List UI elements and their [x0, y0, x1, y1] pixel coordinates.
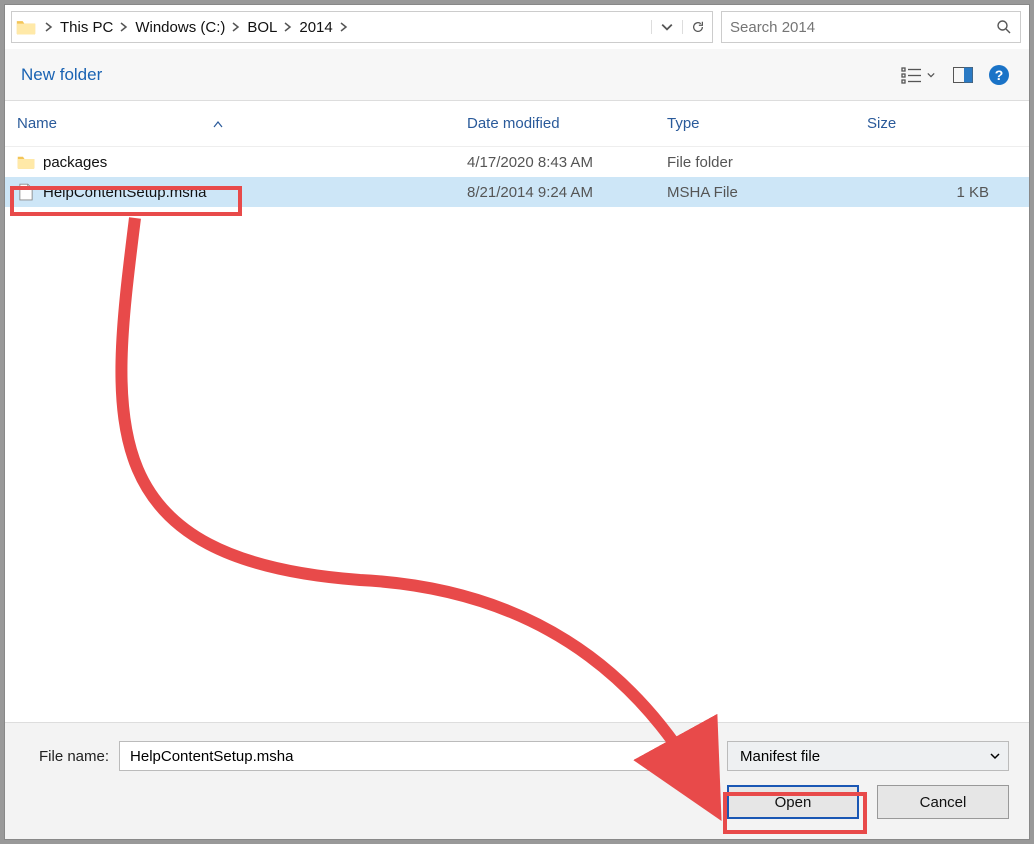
breadcrumb-drive[interactable]: Windows (C:) [133, 12, 227, 42]
breadcrumb-2014[interactable]: 2014 [297, 12, 334, 42]
bottom-panel: File name: Manifest file Open Cancel [5, 722, 1029, 839]
chevron-down-icon [927, 71, 935, 79]
file-row[interactable]: HelpContentSetup.msha 8/21/2014 9:24 AM … [5, 177, 1029, 207]
chevron-right-icon[interactable] [115, 12, 133, 42]
filename-input[interactable] [120, 748, 692, 765]
breadcrumb-this-pc[interactable]: This PC [58, 12, 115, 42]
file-type-filter-label: Manifest file [740, 748, 820, 765]
column-name[interactable]: Name [5, 115, 455, 132]
file-date: 4/17/2020 8:43 AM [455, 154, 655, 171]
column-date-label: Date modified [467, 115, 560, 132]
chevron-right-icon[interactable] [279, 12, 297, 42]
folder-icon [17, 153, 35, 171]
file-open-dialog: This PC Windows (C:) BOL 2014 New folder [4, 4, 1030, 840]
file-type: MSHA File [655, 184, 855, 201]
file-name: packages [43, 154, 107, 171]
history-dropdown-icon[interactable] [652, 21, 682, 33]
file-type: File folder [655, 154, 855, 171]
breadcrumb-bol[interactable]: BOL [245, 12, 279, 42]
path-tail-controls [651, 20, 712, 34]
sort-ascending-icon [213, 120, 223, 128]
column-name-label: Name [17, 115, 57, 132]
column-date[interactable]: Date modified [455, 115, 655, 132]
file-icon [17, 183, 35, 201]
folder-icon [12, 16, 40, 38]
filename-input-wrap [119, 741, 717, 771]
column-type-label: Type [667, 115, 700, 132]
svg-text:?: ? [995, 67, 1004, 83]
preview-pane-button[interactable] [945, 57, 981, 93]
chevron-right-icon[interactable] [335, 12, 353, 42]
toolbar: New folder ? [5, 49, 1029, 101]
filename-history-dropdown[interactable] [692, 742, 716, 770]
file-date: 8/21/2014 9:24 AM [455, 184, 655, 201]
file-type-filter[interactable]: Manifest file [727, 741, 1009, 771]
breadcrumb-path[interactable]: This PC Windows (C:) BOL 2014 [11, 11, 713, 43]
refresh-icon[interactable] [682, 20, 712, 34]
view-options-button[interactable] [891, 57, 945, 93]
file-list[interactable]: packages 4/17/2020 8:43 AM File folder H… [5, 147, 1029, 722]
column-type[interactable]: Type [655, 115, 855, 132]
chevron-right-icon[interactable] [227, 12, 245, 42]
chevron-down-icon [990, 748, 1000, 765]
search-icon[interactable] [996, 19, 1012, 35]
cancel-button[interactable]: Cancel [877, 785, 1009, 819]
filename-label: File name: [39, 748, 109, 765]
address-bar: This PC Windows (C:) BOL 2014 [5, 5, 1029, 49]
column-headers: Name Date modified Type Size [5, 101, 1029, 147]
help-icon[interactable]: ? [981, 57, 1017, 93]
file-name: HelpContentSetup.msha [43, 184, 206, 201]
column-size[interactable]: Size [855, 115, 1029, 132]
file-size: 1 KB [855, 184, 1029, 201]
open-button[interactable]: Open [727, 785, 859, 819]
chevron-right-icon[interactable] [40, 12, 58, 42]
search-input[interactable] [730, 19, 990, 36]
column-size-label: Size [867, 115, 896, 132]
new-folder-button[interactable]: New folder [17, 59, 106, 91]
file-row[interactable]: packages 4/17/2020 8:43 AM File folder [5, 147, 1029, 177]
search-box[interactable] [721, 11, 1021, 43]
